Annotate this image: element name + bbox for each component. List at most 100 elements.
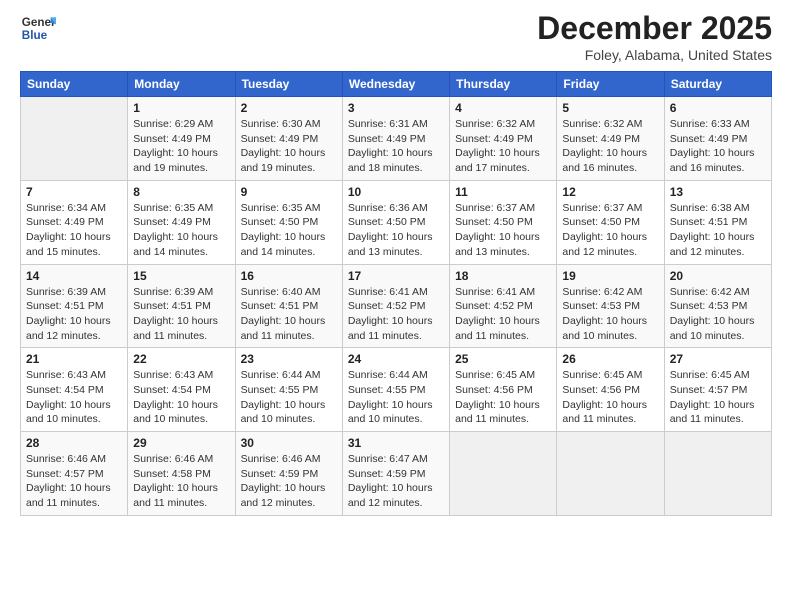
logo: General Blue [20, 10, 56, 46]
day-info: Sunrise: 6:45 AM Sunset: 4:56 PM Dayligh… [562, 368, 658, 427]
page: General Blue December 2025 Foley, Alabam… [0, 0, 792, 612]
calendar-cell [21, 97, 128, 181]
day-number: 13 [670, 185, 766, 199]
day-info: Sunrise: 6:46 AM Sunset: 4:58 PM Dayligh… [133, 452, 229, 511]
calendar-cell: 27 Sunrise: 6:45 AM Sunset: 4:57 PM Dayli… [664, 348, 771, 432]
day-number: 23 [241, 352, 337, 366]
calendar-cell: 21 Sunrise: 6:43 AM Sunset: 4:54 PM Dayli… [21, 348, 128, 432]
col-saturday: Saturday [664, 72, 771, 97]
day-number: 10 [348, 185, 444, 199]
calendar-cell: 1Sunrise: 6:29 AM Sunset: 4:49 PM Daylig… [128, 97, 235, 181]
main-title: December 2025 [537, 10, 772, 47]
day-number: 31 [348, 436, 444, 450]
day-info: Sunrise: 6:45 AM Sunset: 4:56 PM Dayligh… [455, 368, 551, 427]
day-number: 7 [26, 185, 122, 199]
day-number: 17 [348, 269, 444, 283]
day-info: Sunrise: 6:32 AM Sunset: 4:49 PM Dayligh… [455, 117, 551, 176]
day-number: 3 [348, 101, 444, 115]
day-info: Sunrise: 6:41 AM Sunset: 4:52 PM Dayligh… [348, 285, 444, 344]
calendar-cell: 31 Sunrise: 6:47 AM Sunset: 4:59 PM Dayli… [342, 432, 449, 516]
calendar-cell: 28 Sunrise: 6:46 AM Sunset: 4:57 PM Dayli… [21, 432, 128, 516]
calendar-cell: 24 Sunrise: 6:44 AM Sunset: 4:55 PM Dayli… [342, 348, 449, 432]
day-number: 8 [133, 185, 229, 199]
calendar-week-3: 14 Sunrise: 6:39 AM Sunset: 4:51 PM Dayli… [21, 264, 772, 348]
day-number: 16 [241, 269, 337, 283]
calendar-cell: 7 Sunrise: 6:34 AM Sunset: 4:49 PM Daylig… [21, 180, 128, 264]
day-info: Sunrise: 6:34 AM Sunset: 4:49 PM Dayligh… [26, 201, 122, 260]
calendar-cell: 23 Sunrise: 6:44 AM Sunset: 4:55 PM Dayli… [235, 348, 342, 432]
calendar-cell: 17 Sunrise: 6:41 AM Sunset: 4:52 PM Dayli… [342, 264, 449, 348]
day-info: Sunrise: 6:44 AM Sunset: 4:55 PM Dayligh… [241, 368, 337, 427]
day-number: 24 [348, 352, 444, 366]
calendar-cell: 30Sunrise: 6:46 AM Sunset: 4:59 PM Dayli… [235, 432, 342, 516]
day-info: Sunrise: 6:36 AM Sunset: 4:50 PM Dayligh… [348, 201, 444, 260]
day-number: 18 [455, 269, 551, 283]
day-number: 11 [455, 185, 551, 199]
calendar-cell: 10 Sunrise: 6:36 AM Sunset: 4:50 PM Dayli… [342, 180, 449, 264]
day-number: 22 [133, 352, 229, 366]
day-info: Sunrise: 6:37 AM Sunset: 4:50 PM Dayligh… [562, 201, 658, 260]
calendar-cell: 22Sunrise: 6:43 AM Sunset: 4:54 PM Dayli… [128, 348, 235, 432]
calendar-cell: 11 Sunrise: 6:37 AM Sunset: 4:50 PM Dayli… [450, 180, 557, 264]
day-number: 28 [26, 436, 122, 450]
calendar-cell: 6 Sunrise: 6:33 AM Sunset: 4:49 PM Daylig… [664, 97, 771, 181]
day-number: 14 [26, 269, 122, 283]
day-number: 6 [670, 101, 766, 115]
day-info: Sunrise: 6:46 AM Sunset: 4:59 PM Dayligh… [241, 452, 337, 511]
day-info: Sunrise: 6:46 AM Sunset: 4:57 PM Dayligh… [26, 452, 122, 511]
day-number: 26 [562, 352, 658, 366]
day-info: Sunrise: 6:43 AM Sunset: 4:54 PM Dayligh… [26, 368, 122, 427]
day-info: Sunrise: 6:35 AM Sunset: 4:50 PM Dayligh… [241, 201, 337, 260]
calendar-cell: 19 Sunrise: 6:42 AM Sunset: 4:53 PM Dayli… [557, 264, 664, 348]
svg-text:Blue: Blue [22, 29, 48, 42]
day-number: 15 [133, 269, 229, 283]
day-info: Sunrise: 6:47 AM Sunset: 4:59 PM Dayligh… [348, 452, 444, 511]
day-info: Sunrise: 6:41 AM Sunset: 4:52 PM Dayligh… [455, 285, 551, 344]
day-info: Sunrise: 6:37 AM Sunset: 4:50 PM Dayligh… [455, 201, 551, 260]
day-number: 19 [562, 269, 658, 283]
calendar-cell: 14 Sunrise: 6:39 AM Sunset: 4:51 PM Dayli… [21, 264, 128, 348]
day-info: Sunrise: 6:33 AM Sunset: 4:49 PM Dayligh… [670, 117, 766, 176]
col-wednesday: Wednesday [342, 72, 449, 97]
day-number: 21 [26, 352, 122, 366]
calendar-cell: 15 Sunrise: 6:39 AM Sunset: 4:51 PM Dayli… [128, 264, 235, 348]
day-info: Sunrise: 6:39 AM Sunset: 4:51 PM Dayligh… [26, 285, 122, 344]
calendar-cell: 16 Sunrise: 6:40 AM Sunset: 4:51 PM Dayli… [235, 264, 342, 348]
calendar-cell: 18 Sunrise: 6:41 AM Sunset: 4:52 PM Dayli… [450, 264, 557, 348]
day-number: 12 [562, 185, 658, 199]
day-info: Sunrise: 6:42 AM Sunset: 4:53 PM Dayligh… [562, 285, 658, 344]
day-number: 9 [241, 185, 337, 199]
day-info: Sunrise: 6:35 AM Sunset: 4:49 PM Dayligh… [133, 201, 229, 260]
calendar-cell: 5Sunrise: 6:32 AM Sunset: 4:49 PM Daylig… [557, 97, 664, 181]
calendar-cell: 20 Sunrise: 6:42 AM Sunset: 4:53 PM Dayli… [664, 264, 771, 348]
col-thursday: Thursday [450, 72, 557, 97]
calendar-week-5: 28 Sunrise: 6:46 AM Sunset: 4:57 PM Dayli… [21, 432, 772, 516]
day-info: Sunrise: 6:42 AM Sunset: 4:53 PM Dayligh… [670, 285, 766, 344]
header: General Blue December 2025 Foley, Alabam… [20, 10, 772, 63]
day-info: Sunrise: 6:39 AM Sunset: 4:51 PM Dayligh… [133, 285, 229, 344]
calendar-cell [557, 432, 664, 516]
calendar: Sunday Monday Tuesday Wednesday Thursday… [20, 71, 772, 516]
calendar-week-1: 1Sunrise: 6:29 AM Sunset: 4:49 PM Daylig… [21, 97, 772, 181]
day-number: 2 [241, 101, 337, 115]
day-info: Sunrise: 6:40 AM Sunset: 4:51 PM Dayligh… [241, 285, 337, 344]
calendar-cell: 26 Sunrise: 6:45 AM Sunset: 4:56 PM Dayli… [557, 348, 664, 432]
day-info: Sunrise: 6:30 AM Sunset: 4:49 PM Dayligh… [241, 117, 337, 176]
calendar-week-4: 21 Sunrise: 6:43 AM Sunset: 4:54 PM Dayli… [21, 348, 772, 432]
col-tuesday: Tuesday [235, 72, 342, 97]
day-info: Sunrise: 6:45 AM Sunset: 4:57 PM Dayligh… [670, 368, 766, 427]
calendar-cell: 13Sunrise: 6:38 AM Sunset: 4:51 PM Dayli… [664, 180, 771, 264]
day-info: Sunrise: 6:44 AM Sunset: 4:55 PM Dayligh… [348, 368, 444, 427]
day-number: 27 [670, 352, 766, 366]
day-number: 25 [455, 352, 551, 366]
col-sunday: Sunday [21, 72, 128, 97]
logo-icon: General Blue [20, 10, 56, 46]
day-number: 20 [670, 269, 766, 283]
col-friday: Friday [557, 72, 664, 97]
day-info: Sunrise: 6:31 AM Sunset: 4:49 PM Dayligh… [348, 117, 444, 176]
day-info: Sunrise: 6:29 AM Sunset: 4:49 PM Dayligh… [133, 117, 229, 176]
title-block: December 2025 Foley, Alabama, United Sta… [537, 10, 772, 63]
calendar-header-row: Sunday Monday Tuesday Wednesday Thursday… [21, 72, 772, 97]
calendar-cell: 9 Sunrise: 6:35 AM Sunset: 4:50 PM Daylig… [235, 180, 342, 264]
calendar-cell: 29Sunrise: 6:46 AM Sunset: 4:58 PM Dayli… [128, 432, 235, 516]
